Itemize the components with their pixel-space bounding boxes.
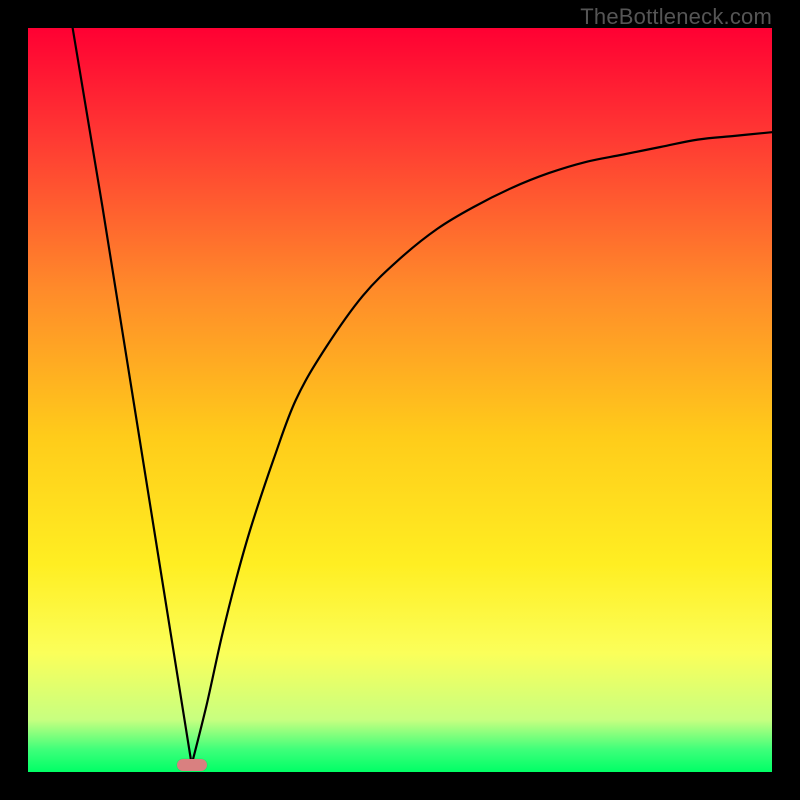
watermark-text: TheBottleneck.com bbox=[580, 4, 772, 30]
optimal-marker bbox=[177, 759, 207, 771]
chart-frame: TheBottleneck.com bbox=[0, 0, 800, 800]
bottleneck-curve bbox=[28, 28, 772, 772]
plot-area bbox=[28, 28, 772, 772]
